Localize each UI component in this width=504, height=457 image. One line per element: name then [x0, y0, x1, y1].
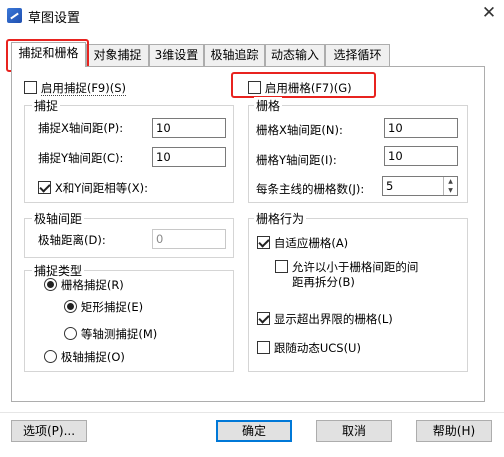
tab-polar-tracking[interactable]: 极轴追踪	[204, 44, 265, 66]
beyond-limits-checkbox[interactable]: 显示超出界限的栅格(L)	[257, 311, 393, 327]
enable-snap-check-box[interactable]	[24, 81, 37, 94]
subdivide-label-line1: 允许以小于栅格间距的间	[291, 260, 419, 274]
tab-3d-settings[interactable]: 3维设置	[149, 44, 204, 66]
cancel-button[interactable]: 取消	[316, 420, 392, 442]
major-line-label: 每条主线的栅格数(J):	[256, 182, 365, 196]
polar-spacing-group-title: 极轴间距	[32, 210, 85, 227]
grid-behavior-group-title: 栅格行为	[254, 210, 307, 227]
grid-group-title: 栅格	[254, 97, 283, 114]
equal-xy-check-box[interactable]	[38, 181, 51, 194]
close-icon[interactable]: ✕	[478, 3, 500, 23]
follow-ucs-label: 跟随动态UCS(U)	[273, 341, 361, 355]
iso-snap-radio[interactable]: 等轴测捕捉(M)	[64, 326, 157, 342]
enable-grid-highlight-box	[231, 72, 376, 98]
help-button[interactable]: 帮助(H)	[416, 420, 492, 442]
snap-x-spacing-input[interactable]: 10	[152, 118, 226, 138]
spin-buttons[interactable]: ▲ ▼	[443, 177, 457, 195]
snap-y-spacing-label: 捕捉Y轴间距(C):	[38, 151, 124, 165]
spin-down-icon[interactable]: ▼	[444, 186, 457, 195]
adaptive-grid-check-box[interactable]	[257, 236, 270, 249]
footer-divider	[0, 412, 504, 413]
grid-snap-label: 栅格捕捉(R)	[60, 278, 124, 292]
adaptive-grid-label: 自适应栅格(A)	[273, 236, 349, 250]
iso-snap-radio-circle[interactable]	[64, 327, 77, 340]
major-line-value: 5	[386, 179, 394, 193]
spin-up-icon[interactable]: ▲	[444, 177, 457, 186]
tab-object-snap[interactable]: 对象捕捉	[86, 44, 149, 66]
equal-xy-label: X和Y间距相等(X):	[54, 181, 148, 195]
options-button[interactable]: 选项(P)...	[11, 420, 87, 442]
snap-y-spacing-input[interactable]: 10	[152, 147, 226, 167]
grid-x-spacing-input[interactable]: 10	[384, 118, 458, 138]
beyond-limits-label: 显示超出界限的栅格(L)	[273, 312, 393, 326]
tab-dynamic-input[interactable]: 动态输入	[265, 44, 325, 66]
iso-snap-label: 等轴测捕捉(M)	[80, 327, 158, 341]
enable-snap-label: 启用捕捉(F9)(S)	[40, 81, 127, 96]
snap-x-spacing-label: 捕捉X轴间距(P):	[38, 121, 124, 135]
major-line-spinner[interactable]: 5 ▲ ▼	[382, 176, 458, 196]
equal-xy-checkbox[interactable]: X和Y间距相等(X):	[38, 180, 148, 196]
adaptive-grid-checkbox[interactable]: 自适应栅格(A)	[257, 235, 348, 251]
beyond-limits-check-box[interactable]	[257, 312, 270, 325]
ok-button[interactable]: 确定	[216, 420, 292, 442]
subdivide-checkbox[interactable]: 允许以小于栅格间距的间	[275, 259, 418, 275]
polar-snap-radio-circle[interactable]	[44, 350, 57, 363]
snap-group-title: 捕捉	[32, 97, 61, 114]
subdivide-label-line2: 距再拆分(B)	[292, 275, 355, 289]
follow-ucs-check-box[interactable]	[257, 341, 270, 354]
grid-y-spacing-input[interactable]: 10	[384, 146, 458, 166]
window-title: 草图设置	[28, 11, 81, 26]
rect-snap-radio[interactable]: 矩形捕捉(E)	[64, 299, 143, 315]
polar-distance-label: 极轴距离(D):	[38, 233, 106, 247]
rect-snap-radio-circle[interactable]	[64, 300, 77, 313]
tab-selection-cycling[interactable]: 选择循环	[325, 44, 390, 66]
subdivide-check-box[interactable]	[275, 260, 288, 273]
enable-snap-checkbox[interactable]: 启用捕捉(F9)(S)	[24, 80, 127, 96]
rect-snap-label: 矩形捕捉(E)	[80, 300, 144, 314]
app-icon	[7, 8, 22, 23]
tab-snap-grid[interactable]: 捕捉和栅格	[11, 42, 86, 67]
grid-y-spacing-label: 栅格Y轴间距(I):	[256, 153, 337, 167]
polar-distance-input[interactable]: 0	[152, 229, 226, 249]
follow-ucs-checkbox[interactable]: 跟随动态UCS(U)	[257, 340, 361, 356]
grid-x-spacing-label: 栅格X轴间距(N):	[256, 123, 343, 137]
grid-snap-radio[interactable]: 栅格捕捉(R)	[44, 277, 124, 293]
polar-snap-label: 极轴捕捉(O)	[60, 350, 125, 364]
grid-snap-radio-circle[interactable]	[44, 278, 57, 291]
polar-snap-radio[interactable]: 极轴捕捉(O)	[44, 349, 125, 365]
